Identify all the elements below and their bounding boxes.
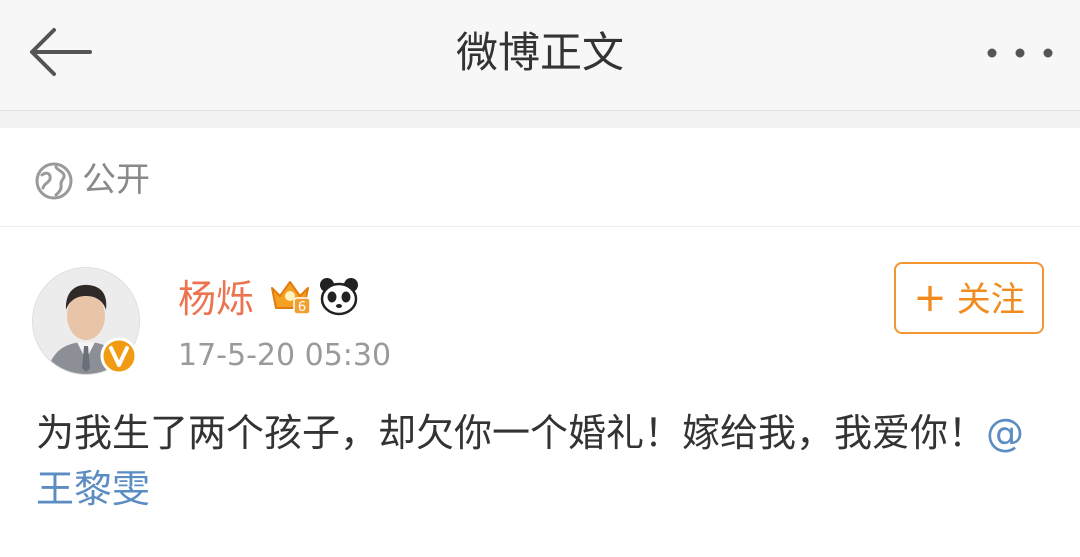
visibility-row: 公开: [0, 128, 1080, 227]
more-dots-icon[interactable]: [982, 40, 1058, 66]
post-timestamp: 17-5-20 05:30: [178, 338, 392, 373]
crown-level: 6: [298, 300, 306, 315]
post-text: 为我生了两个孩子，却欠你一个婚礼！嫁给我，我爱你！@王黎雯: [36, 405, 1036, 517]
page-title: 微博正文: [455, 28, 624, 77]
follow-button[interactable]: + 关注: [894, 262, 1044, 334]
section-divider: [0, 111, 1080, 128]
visibility-label: 公开: [82, 160, 150, 200]
author-name[interactable]: 杨烁: [178, 276, 254, 322]
top-nav-bar: 微博正文: [0, 0, 1080, 111]
post-body-text: 为我生了两个孩子，却欠你一个婚礼！嫁给我，我爱你！: [36, 411, 987, 455]
author-avatar[interactable]: [32, 267, 140, 375]
verified-v-icon: [100, 337, 138, 375]
globe-icon: [35, 162, 73, 200]
panda-icon: [320, 278, 358, 316]
crown-icon: 6: [271, 281, 311, 315]
plus-icon: +: [913, 275, 947, 321]
follow-label: 关注: [956, 280, 1025, 320]
